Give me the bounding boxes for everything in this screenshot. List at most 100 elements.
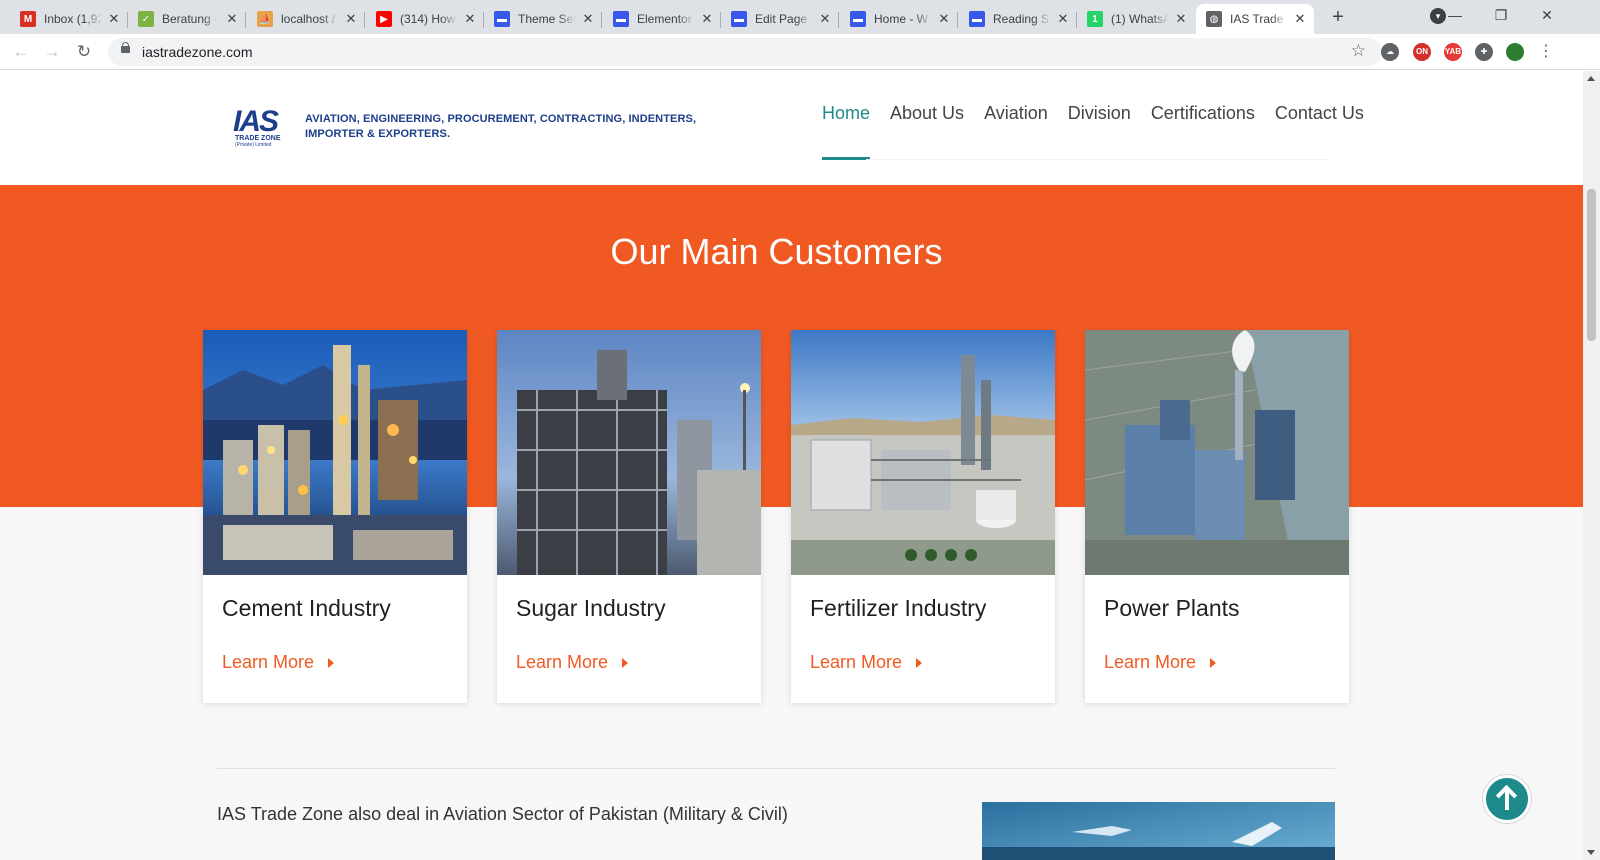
browser-tab[interactable]: ◍ IAS Trade Z ✕ (1196, 4, 1314, 34)
lock-icon[interactable] (121, 42, 130, 57)
wordpress-icon: ▬ (969, 11, 985, 27)
browser-tab[interactable]: ▬ Edit Page ✕ (721, 4, 839, 34)
cement-industry-image (203, 330, 467, 575)
cloud-extension-icon[interactable]: ☁ (1381, 43, 1399, 61)
site-logo[interactable]: IAS TRADE ZONE (Private) Limited AVIATIO… (233, 105, 703, 149)
profile-avatar-icon[interactable] (1506, 43, 1524, 61)
browser-tab[interactable]: 1 (1) WhatsA ✕ (1077, 4, 1195, 34)
logo-small-text: (Private) Limited (235, 142, 272, 148)
zotero-extension-icon[interactable]: ON (1413, 43, 1431, 61)
customer-card-power[interactable]: Power Plants Learn More (1085, 330, 1349, 703)
active-nav-indicator (822, 157, 871, 160)
close-window-button[interactable]: ✕ (1524, 0, 1570, 32)
learn-more-link[interactable]: Learn More (1104, 652, 1217, 673)
learn-more-label: Learn More (516, 652, 609, 672)
close-tab-icon[interactable]: ✕ (817, 11, 833, 27)
section-title: Our Main Customers (610, 231, 943, 272)
bookmark-star-icon[interactable]: ☆ (1351, 41, 1366, 61)
close-tab-icon[interactable]: ✕ (462, 11, 478, 27)
tab-separator (838, 12, 839, 28)
browser-tab[interactable]: ⛵ localhost / ✕ (247, 4, 365, 34)
address-bar[interactable]: iastradezone.com ☆ (108, 38, 1382, 66)
sugar-industry-image (497, 330, 761, 575)
caret-right-icon (1210, 657, 1217, 668)
puzzle-extensions-icon[interactable]: ✚ (1475, 43, 1493, 61)
tab-separator (601, 12, 602, 28)
browser-tab[interactable]: ▬ Home - W ✕ (840, 4, 958, 34)
close-tab-icon[interactable]: ✕ (580, 11, 596, 27)
logo-mark-text: IAS (233, 105, 279, 138)
caret-right-icon (328, 657, 335, 668)
learn-more-link[interactable]: Learn More (516, 652, 629, 673)
forward-arrow-icon[interactable]: → (40, 40, 64, 64)
globe-icon: ◍ (1206, 11, 1222, 27)
browser-tab[interactable]: ✓ Beratung · V ✕ (128, 4, 246, 34)
nav-item-division[interactable]: Division (1068, 97, 1131, 130)
wordpress-icon: ▬ (613, 11, 629, 27)
minimize-window-button[interactable]: — (1432, 0, 1478, 32)
reload-icon[interactable]: ↻ (72, 40, 96, 64)
card-title: Sugar Industry (516, 595, 666, 621)
learn-more-label: Learn More (810, 652, 903, 672)
nav-item-about-us[interactable]: About Us (890, 97, 964, 130)
scroll-up-arrow-icon[interactable] (1587, 76, 1595, 81)
close-tab-icon[interactable]: ✕ (699, 11, 715, 27)
new-tab-button[interactable]: + (1325, 4, 1351, 30)
browser-menu-icon[interactable]: ⋮ (1534, 40, 1558, 64)
browser-tab-title: (1) WhatsA (1111, 12, 1169, 26)
browser-tab[interactable]: ▬ Elementor ✕ (603, 4, 721, 34)
browser-tab[interactable]: M Inbox (1,92 ✕ (10, 4, 128, 34)
gmail-icon: M (20, 11, 36, 27)
browser-toolbar: ← → ↻ iastradezone.com ☆ ☁ ON YAB ✚ ⋮ (0, 34, 1600, 70)
page-scrollbar[interactable] (1583, 71, 1600, 860)
caret-right-icon (916, 657, 923, 668)
back-arrow-icon[interactable]: ← (9, 40, 33, 64)
browser-tab[interactable]: ▬ Theme Set ✕ (484, 4, 602, 34)
scrollbar-thumb[interactable] (1587, 189, 1596, 341)
browser-tab[interactable]: ▶ (314) How ✕ (366, 4, 484, 34)
close-tab-icon[interactable]: ✕ (1292, 11, 1308, 27)
nav-item-contact-us[interactable]: Contact Us (1275, 97, 1364, 130)
scroll-down-arrow-icon[interactable] (1587, 850, 1595, 855)
yab-extension-icon[interactable]: YAB (1444, 43, 1462, 61)
customer-card-sugar[interactable]: Sugar Industry Learn More (497, 330, 761, 703)
nav-item-home[interactable]: Home (822, 97, 871, 160)
wordpress-icon: ▬ (850, 11, 866, 27)
close-tab-icon[interactable]: ✕ (1055, 11, 1071, 27)
close-tab-icon[interactable]: ✕ (224, 11, 240, 27)
wordpress-icon: ▬ (494, 11, 510, 27)
close-tab-icon[interactable]: ✕ (936, 11, 952, 27)
arrow-up-icon (1505, 790, 1509, 810)
customer-card-cement[interactable]: Cement Industry Learn More (203, 330, 467, 703)
close-tab-icon[interactable]: ✕ (1173, 11, 1189, 27)
browser-tab-title: Theme Set (518, 12, 576, 26)
browser-tab-title: Beratung · V (162, 12, 220, 26)
browser-tab-title: Home - W (874, 12, 928, 26)
power-plants-image (1085, 330, 1349, 575)
restore-window-button[interactable]: ❐ (1478, 0, 1524, 32)
logo-mark: IAS TRADE ZONE (Private) Limited (233, 105, 297, 149)
browser-tab-title: Edit Page (755, 12, 808, 26)
learn-more-label: Learn More (222, 652, 315, 672)
scroll-to-top-button[interactable] (1483, 775, 1531, 823)
close-tab-icon[interactable]: ✕ (343, 11, 359, 27)
learn-more-link[interactable]: Learn More (222, 652, 335, 673)
wordpress-icon: ▬ (731, 11, 747, 27)
logo-tagline-line-2: IMPORTER & EXPORTERS. (305, 128, 451, 140)
youtube-icon: ▶ (376, 11, 392, 27)
browser-tab[interactable]: ▬ Reading S ✕ (959, 4, 1077, 34)
leaf-icon: ✓ (138, 11, 154, 27)
nav-item-certifications[interactable]: Certifications (1151, 97, 1255, 130)
close-tab-icon[interactable]: ✕ (106, 11, 122, 27)
page-viewport: IAS TRADE ZONE (Private) Limited AVIATIO… (0, 71, 1583, 860)
learn-more-link[interactable]: Learn More (810, 652, 923, 673)
nav-item-aviation[interactable]: Aviation (984, 97, 1048, 130)
card-title: Fertilizer Industry (810, 595, 987, 621)
address-bar-url[interactable]: iastradezone.com (142, 44, 253, 60)
customer-card-fertilizer[interactable]: Fertilizer Industry Learn More (791, 330, 1055, 703)
caret-right-icon (622, 657, 629, 668)
tab-separator (245, 12, 246, 28)
browser-tab-title: Reading S (993, 12, 1050, 26)
tab-separator (957, 12, 958, 28)
browser-tab-title: Elementor (637, 12, 692, 26)
